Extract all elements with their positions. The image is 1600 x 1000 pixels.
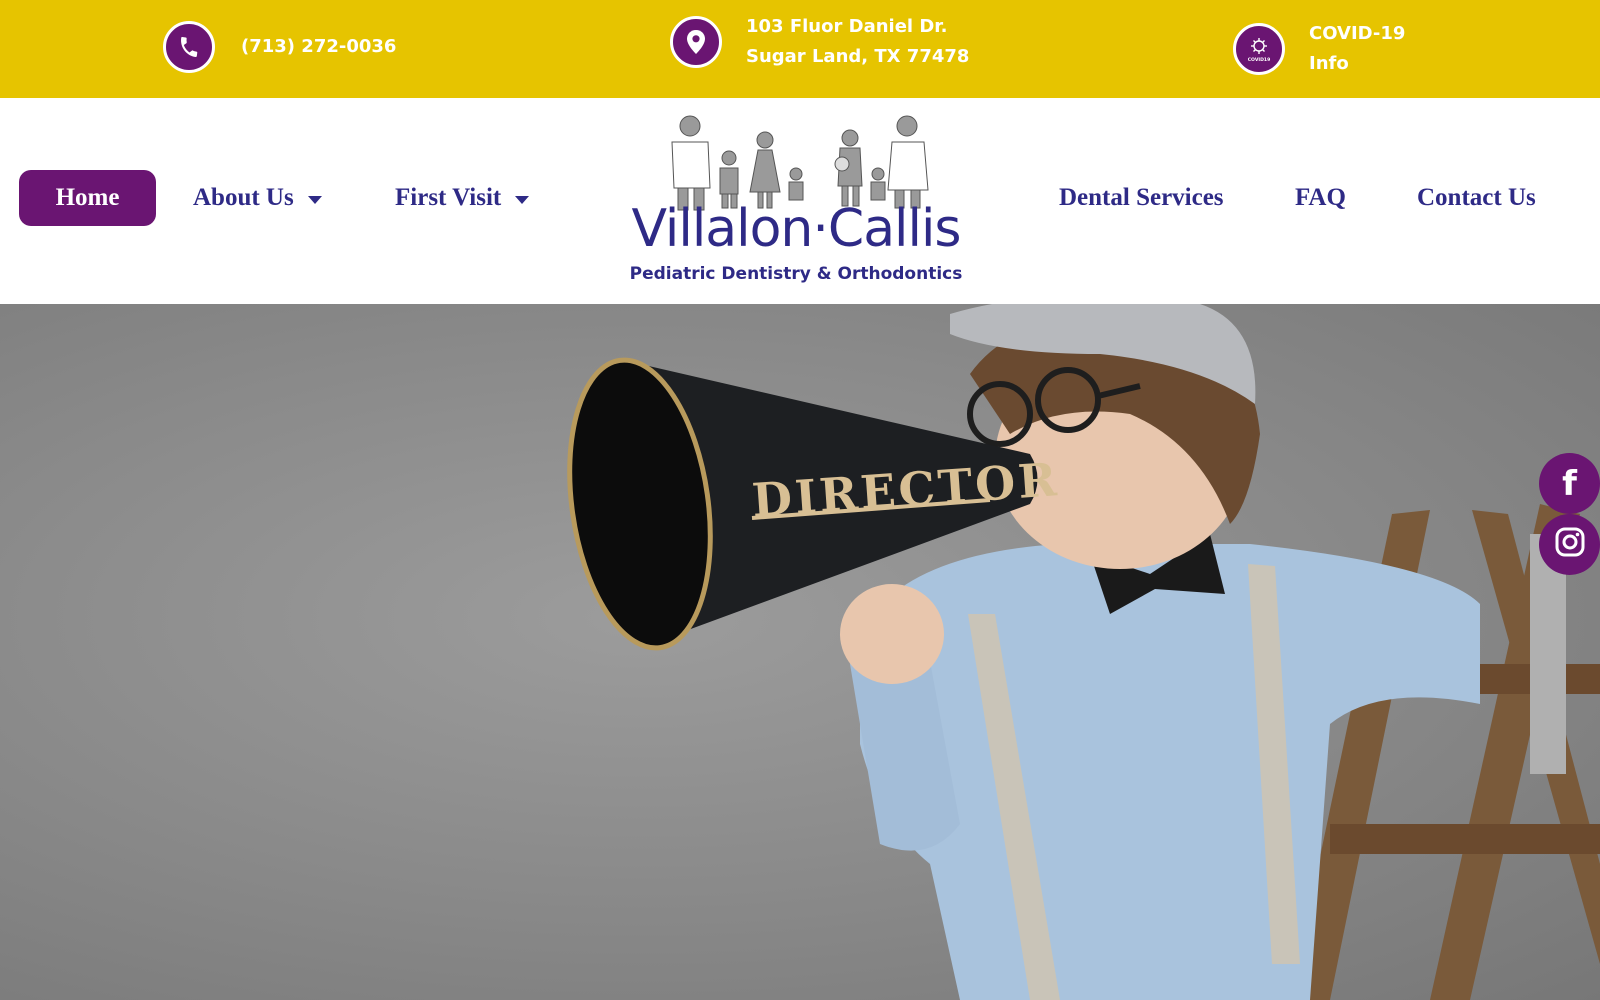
covid-line-2: Info (1309, 53, 1349, 74)
logo-wordmark: Villalon·Callis (631, 199, 962, 259)
address-line-1: 103 Fluor Daniel Dr. (746, 16, 948, 37)
address-line-2: Sugar Land, TX 77478 (746, 46, 970, 67)
phone-link[interactable]: (713) 272-0036 (163, 21, 396, 73)
site-header: Home About Us First Visit Villalon·Calli… (0, 98, 1600, 304)
covid-icon-label: COVID19 (1248, 57, 1271, 63)
instagram-button[interactable] (1539, 514, 1600, 575)
nav-first-visit[interactable]: First Visit (395, 170, 530, 226)
nav-home-label: Home (55, 184, 120, 211)
address-link[interactable]: 103 Fluor Daniel Dr. Sugar Land, TX 7747… (670, 12, 969, 72)
covid-text: COVID-19 Info (1309, 19, 1405, 79)
nav-contact-us-label: Contact Us (1417, 184, 1536, 211)
nav-about-us[interactable]: About Us (193, 170, 322, 226)
hero-banner: DIRECTOR (0, 304, 1600, 1000)
caret-down-icon (307, 195, 322, 204)
phone-number: (713) 272-0036 (241, 36, 397, 57)
nav-contact-us[interactable]: Contact Us (1417, 170, 1536, 226)
covid-icon: COVID19 (1233, 23, 1285, 75)
covid-line-1: COVID-19 (1309, 23, 1406, 44)
nav-faq-label: FAQ (1295, 184, 1346, 211)
logo-tagline: Pediatric Dentistry & Orthodontics (629, 264, 963, 284)
facebook-icon: f (1562, 463, 1577, 504)
map-pin-icon (670, 16, 722, 68)
site-logo[interactable]: Villalon·Callis Pediatric Dentistry & Or… (612, 114, 980, 292)
covid-info-link[interactable]: COVID19 COVID-19 Info (1233, 19, 1405, 79)
instagram-icon (1554, 526, 1586, 563)
facebook-button[interactable]: f (1539, 453, 1600, 514)
phone-icon (163, 21, 215, 73)
nav-faq[interactable]: FAQ (1295, 170, 1346, 226)
address-text: 103 Fluor Daniel Dr. Sugar Land, TX 7747… (746, 12, 969, 72)
hero-photo-boy-with-megaphone: DIRECTOR (567, 304, 1600, 1000)
nav-dental-services[interactable]: Dental Services (1059, 170, 1224, 226)
top-info-bar: (713) 272-0036 103 Fluor Daniel Dr. Suga… (0, 0, 1600, 98)
nav-dental-services-label: Dental Services (1059, 184, 1224, 211)
nav-home[interactable]: Home (19, 170, 156, 226)
nav-first-visit-label: First Visit (395, 184, 502, 211)
caret-down-icon (515, 195, 530, 204)
nav-about-us-label: About Us (193, 184, 294, 211)
